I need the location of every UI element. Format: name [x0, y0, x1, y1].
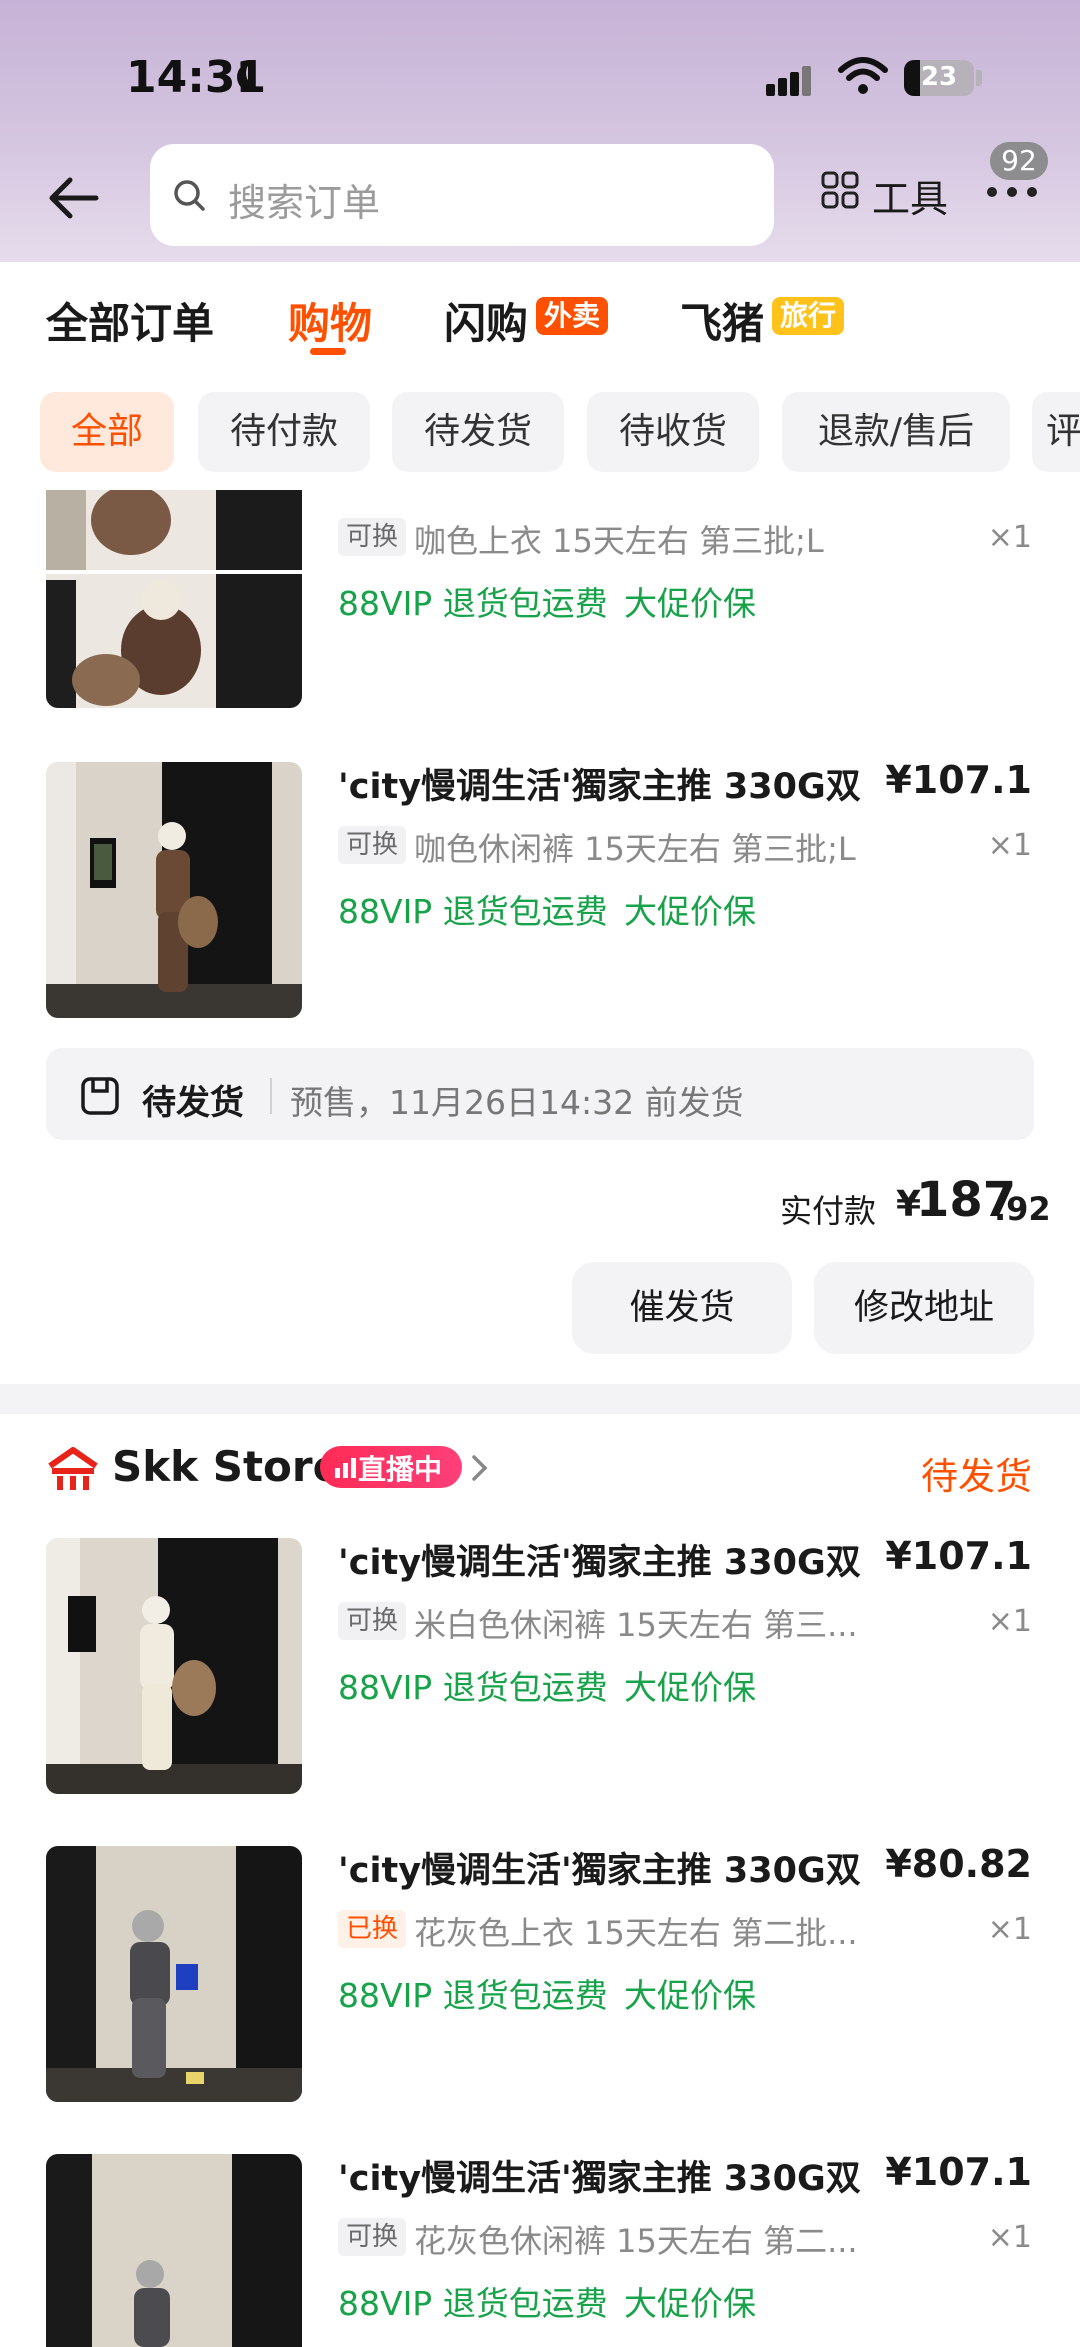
product-photo: [46, 2154, 302, 2347]
price-protect-perk: 大促价保: [624, 892, 756, 931]
swapped-tag: 已换: [338, 1910, 407, 1948]
product-image[interactable]: [46, 490, 302, 708]
more-dots-icon[interactable]: [986, 186, 1038, 198]
status-time: 14:31: [126, 52, 267, 103]
moon-icon: [246, 58, 276, 88]
active-tab-indicator: [310, 348, 346, 355]
search-icon: [174, 180, 205, 211]
takeout-tag: 外卖: [536, 297, 609, 335]
product-price: ¥107.1: [885, 1534, 1032, 1578]
live-bars-icon: [335, 1458, 356, 1478]
tab-all-orders[interactable]: 全部订单: [46, 290, 214, 351]
battery-level: 23: [920, 62, 958, 92]
vip-return-perk: 88VIP 退货包运费: [338, 584, 608, 623]
quantity: ×1: [987, 1604, 1032, 1639]
urge-shipment-button[interactable]: 催发货: [572, 1262, 792, 1354]
swap-tag: 可换: [338, 826, 407, 864]
variant-text: 花灰色休闲裤 15天左右 第二...: [414, 2222, 858, 2260]
product-photo: [46, 1846, 302, 2102]
price-protect-perk: 大促价保: [624, 1668, 756, 1707]
travel-tag: 旅行: [772, 297, 845, 335]
vip-return-perk: 88VIP 退货包运费: [338, 892, 608, 931]
chevron-right-icon[interactable]: [470, 1454, 490, 1482]
variant-text: 咖色上衣 15天左右 第三批;L: [414, 522, 824, 560]
change-address-button[interactable]: 修改地址: [814, 1262, 1034, 1354]
product-photo: [46, 1538, 302, 1794]
quantity: ×1: [987, 828, 1032, 863]
quantity: ×1: [987, 520, 1032, 555]
battery-tip: [976, 70, 982, 86]
filter-chip-refund[interactable]: 退款/售后: [782, 392, 1010, 472]
tab-shopping[interactable]: 购物: [288, 290, 372, 351]
vip-return-perk: 88VIP 退货包运费: [338, 1668, 608, 1707]
product-photo: [46, 762, 302, 1018]
price-protect-perk: 大促价保: [624, 1976, 756, 2015]
cellular-signal-icon: [766, 64, 824, 96]
price-protect-perk: 大促价保: [624, 2284, 756, 2323]
product-photo: [46, 490, 302, 708]
price-protect-perk: 大促价保: [624, 584, 756, 623]
filter-chip-pending-receipt[interactable]: 待收货: [587, 392, 759, 472]
store-name[interactable]: Skk Store: [112, 1442, 341, 1491]
filter-chip-all[interactable]: 全部: [40, 392, 174, 472]
swap-tag: 可换: [338, 518, 407, 556]
product-title[interactable]: 'city慢调生活'獨家主推 330G双: [338, 2150, 861, 2201]
paid-label: 实付款: [780, 1192, 877, 1230]
tmall-store-icon: [48, 1447, 98, 1490]
filter-chip-pending-shipment[interactable]: 待发货: [392, 392, 564, 472]
product-price: ¥80.82: [885, 1842, 1032, 1886]
tab-flash-buy[interactable]: 闪购: [444, 290, 528, 351]
tab-fliggy[interactable]: 飞猪: [680, 290, 764, 351]
product-image[interactable]: [46, 2154, 302, 2347]
variant-text: 花灰色上衣 15天左右 第二批...: [414, 1914, 858, 1952]
battery-icon: 23: [904, 60, 974, 96]
search-placeholder: 搜索订单: [228, 181, 381, 225]
quantity: ×1: [987, 1912, 1032, 1947]
back-arrow-icon[interactable]: [46, 170, 102, 226]
wifi-icon: [838, 57, 888, 94]
swap-tag: 可换: [338, 2218, 407, 2256]
shipping-detail: 预售，11月26日14:32 前发货: [290, 1083, 744, 1122]
product-title[interactable]: 'city慢调生活'獨家主推 330G双: [338, 1534, 861, 1585]
variant-text: 咖色休闲裤 15天左右 第三批;L: [414, 830, 856, 868]
message-count-badge: 92: [990, 142, 1048, 180]
paid-amount-decimal: .92: [994, 1190, 1051, 1228]
filter-chip-pending-payment[interactable]: 待付款: [198, 392, 370, 472]
package-icon: [81, 1077, 119, 1115]
divider: [270, 1078, 272, 1114]
tools-grid-icon[interactable]: [820, 170, 860, 210]
product-price: ¥107.1: [885, 2150, 1032, 2194]
vip-return-perk: 88VIP 退货包运费: [338, 1976, 608, 2015]
shipping-status: 待发货: [142, 1083, 244, 1123]
product-image[interactable]: [46, 1538, 302, 1794]
variant-text: 米白色休闲裤 15天左右 第三...: [414, 1606, 858, 1644]
live-label: 直播中: [358, 1453, 443, 1486]
product-title[interactable]: 'city慢调生活'獨家主推 330G双: [338, 758, 861, 809]
filter-chip-review[interactable]: 评: [1032, 392, 1080, 472]
product-image[interactable]: [46, 762, 302, 1018]
order-status: 待发货: [921, 1455, 1032, 1498]
product-image[interactable]: [46, 1846, 302, 2102]
product-title[interactable]: 'city慢调生活'獨家主推 330G双: [338, 1842, 861, 1893]
tools-label[interactable]: 工具: [872, 168, 948, 223]
product-price: ¥107.1: [885, 758, 1032, 802]
swap-tag: 可换: [338, 1602, 407, 1640]
vip-return-perk: 88VIP 退货包运费: [338, 2284, 608, 2323]
quantity: ×1: [987, 2220, 1032, 2255]
